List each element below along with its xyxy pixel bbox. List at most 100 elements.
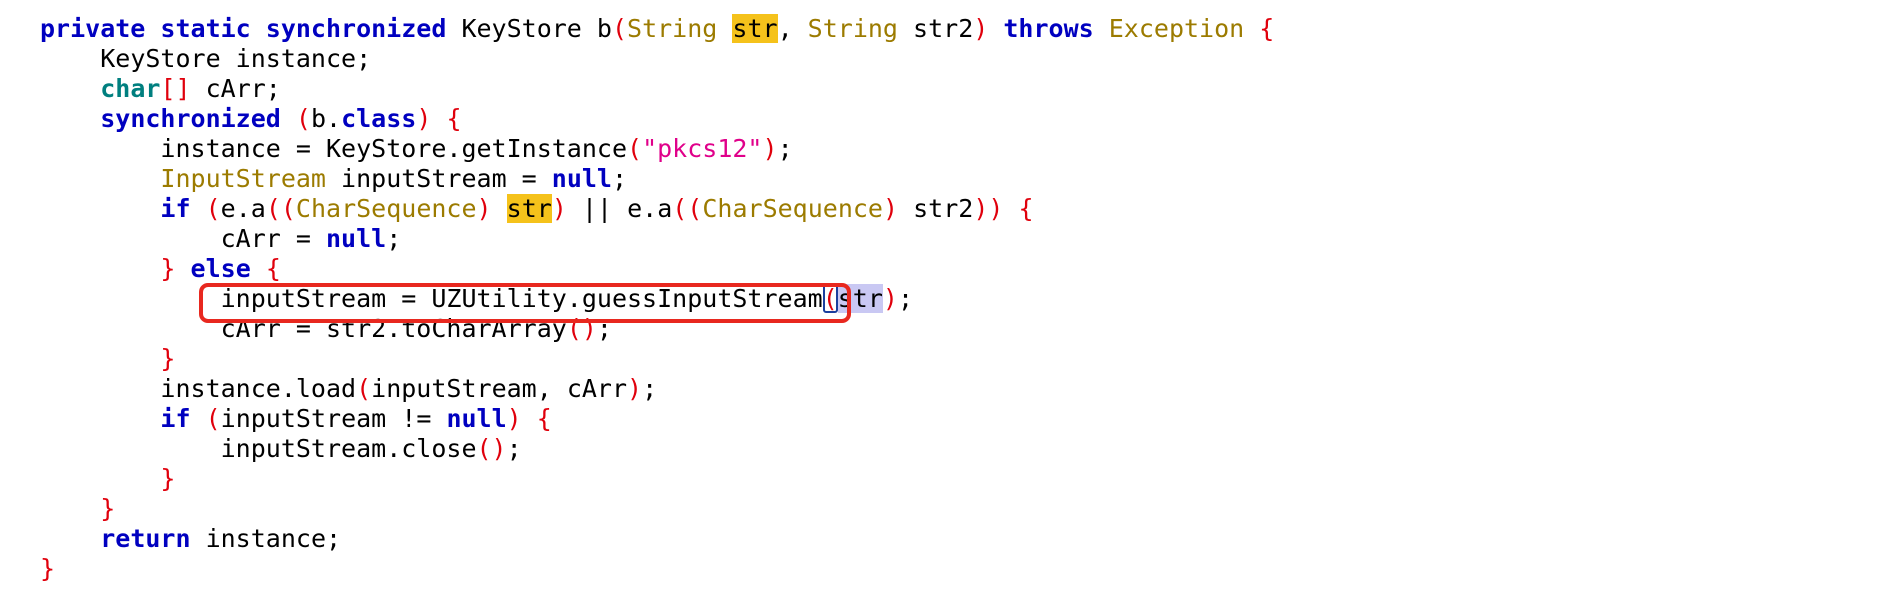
code-token: KeyStore b xyxy=(446,14,612,43)
code-token: null xyxy=(551,164,612,193)
code-token: null xyxy=(446,404,507,433)
code-token: } xyxy=(160,254,176,283)
code-token: ; xyxy=(897,284,914,313)
code-token: ) xyxy=(627,374,643,403)
code-line[interactable]: cArr = str2.toCharArray(); xyxy=(40,314,1860,344)
code-token: ) xyxy=(882,194,899,223)
code-token: str xyxy=(837,284,883,313)
code-token: ; xyxy=(506,434,522,463)
code-token: ( xyxy=(627,134,643,163)
code-token: cArr = xyxy=(220,224,326,253)
code-line[interactable]: } else { xyxy=(40,254,1860,284)
code-token: instance; xyxy=(190,524,342,553)
code-token: || e.a xyxy=(566,194,673,223)
code-token: inputStream != xyxy=(220,404,447,433)
code-line[interactable]: } xyxy=(40,494,1860,524)
code-token: (( xyxy=(265,194,296,223)
code-editor[interactable]: private static synchronized KeyStore b(S… xyxy=(40,14,1860,584)
code-token: ( xyxy=(822,284,838,313)
code-line[interactable]: instance = KeyStore.getInstance("pkcs12"… xyxy=(40,134,1860,164)
code-token: inputStream = UZUtility.guessInputStream xyxy=(220,284,823,313)
code-line[interactable]: } xyxy=(40,344,1860,374)
code-token: private static synchronized xyxy=(40,14,447,43)
code-token: else xyxy=(190,254,251,283)
code-line[interactable]: char[] cArr; xyxy=(40,74,1860,104)
code-token: inputStream = xyxy=(326,164,552,193)
code-token: null xyxy=(325,224,387,253)
code-token: { xyxy=(446,104,462,133)
code-line[interactable]: if (e.a((CharSequence) str) || e.a((Char… xyxy=(40,194,1860,224)
code-token: ) xyxy=(973,14,989,43)
code-token: e.a xyxy=(220,194,266,223)
code-token: str2 xyxy=(898,194,974,223)
code-token: instance.load xyxy=(160,374,357,403)
code-line[interactable]: return instance; xyxy=(40,524,1860,554)
code-token: { xyxy=(536,404,552,433)
code-line[interactable]: if (inputStream != null) { xyxy=(40,404,1860,434)
code-token: KeyStore instance; xyxy=(100,44,372,73)
code-token: )) xyxy=(973,194,1004,223)
code-token: { xyxy=(1259,14,1275,43)
code-token: ) xyxy=(416,104,432,133)
code-token: ( xyxy=(205,194,221,223)
code-line[interactable]: } xyxy=(40,554,1860,584)
code-line[interactable]: } xyxy=(40,464,1860,494)
code-line[interactable]: InputStream inputStream = null; xyxy=(40,164,1860,194)
code-token: ( xyxy=(356,374,372,403)
code-token: { xyxy=(1018,194,1034,223)
code-token: cArr = str2.toCharArray xyxy=(220,314,567,343)
code-token: [] xyxy=(160,74,191,103)
code-token: CharSequence xyxy=(295,194,477,223)
code-line[interactable]: instance.load(inputStream, cArr); xyxy=(40,374,1860,404)
code-token: ; xyxy=(386,224,402,253)
code-token: str xyxy=(732,14,778,43)
code-line[interactable]: synchronized (b.class) { xyxy=(40,104,1860,134)
code-token: if xyxy=(160,194,191,223)
code-token: CharSequence xyxy=(702,194,883,223)
code-token: class xyxy=(341,104,417,133)
code-line[interactable]: inputStream.close(); xyxy=(40,434,1860,464)
code-token: , xyxy=(777,14,808,43)
code-token: inputStream, cArr xyxy=(371,374,628,403)
code-token: b. xyxy=(310,104,342,133)
code-token: Exception xyxy=(1108,14,1245,43)
code-line[interactable]: KeyStore instance; xyxy=(40,44,1860,74)
code-line[interactable]: private static synchronized KeyStore b(S… xyxy=(40,14,1860,44)
code-token: } xyxy=(40,554,56,583)
code-token: { xyxy=(265,254,281,283)
code-token: ) xyxy=(476,194,492,223)
code-token: ; xyxy=(642,374,658,403)
code-token: cArr; xyxy=(190,74,281,103)
code-token: str2 xyxy=(897,14,974,43)
code-token: } xyxy=(160,464,176,493)
code-token: ) xyxy=(506,404,522,433)
code-token: throws xyxy=(1003,14,1094,43)
code-line[interactable]: cArr = null; xyxy=(40,224,1860,254)
code-token: ; xyxy=(777,134,793,163)
code-token: ( xyxy=(205,404,221,433)
code-line[interactable]: inputStream = UZUtility.guessInputStream… xyxy=(40,284,1860,314)
code-token: synchronized xyxy=(100,104,281,133)
code-token: inputStream.close xyxy=(220,434,477,463)
